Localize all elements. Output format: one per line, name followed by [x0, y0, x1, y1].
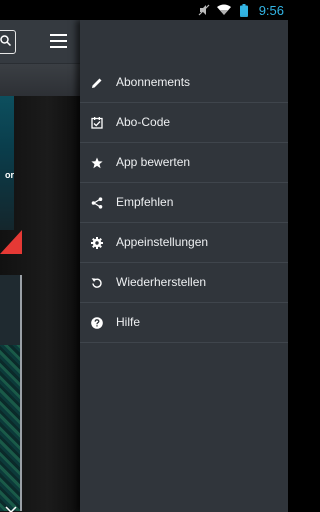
- drawer-item-abonnements[interactable]: Abonnements: [80, 63, 288, 103]
- drawer-item-label: Abonnements: [116, 75, 191, 89]
- pencil-icon: [90, 76, 104, 90]
- drawer-item-wiederherstellen[interactable]: Wiederherstellen: [80, 263, 288, 303]
- search-button[interactable]: [0, 30, 16, 54]
- checkbox-icon: [90, 116, 104, 130]
- star-icon: [90, 156, 104, 170]
- drawer-item-label: App bewerten: [116, 155, 191, 169]
- magazine-cover[interactable]: [0, 96, 14, 230]
- navigation-drawer: Abonnements Abo-Code App bewerten Empfeh…: [80, 20, 288, 512]
- drawer-item-label: Wiederherstellen: [116, 275, 207, 289]
- status-bar: 9:56: [0, 0, 288, 20]
- background-app: or: [0, 20, 80, 512]
- drawer-item-app-bewerten[interactable]: App bewerten: [80, 143, 288, 183]
- menu-button[interactable]: [50, 34, 67, 48]
- menu-icon-bar: [50, 46, 67, 48]
- drawer-item-abo-code[interactable]: Abo-Code: [80, 103, 288, 143]
- drawer-item-label: Abo-Code: [116, 115, 171, 129]
- menu-icon-bar: [50, 40, 67, 42]
- drawer-item-empfehlen[interactable]: Empfehlen: [80, 183, 288, 223]
- drawer-item-appeinstellungen[interactable]: Appeinstellungen: [80, 223, 288, 263]
- share-icon: [90, 196, 104, 210]
- mute-icon: [197, 3, 211, 17]
- battery-icon: [237, 3, 251, 17]
- magazine-cover-title: or: [5, 170, 14, 180]
- drawer-item-label: Empfehlen: [116, 195, 174, 209]
- drawer-item-label: Appeinstellungen: [116, 235, 209, 249]
- magazine-cover-header: [0, 275, 20, 345]
- status-time: 9:56: [258, 2, 284, 18]
- background-toolbar: [0, 20, 80, 64]
- drawer-item-hilfe[interactable]: Hilfe: [80, 303, 288, 343]
- divider: [80, 342, 288, 343]
- restore-icon: [90, 276, 104, 290]
- corner-badge: [0, 230, 22, 254]
- status-icons: 9:56: [197, 0, 284, 20]
- menu-icon-bar: [50, 34, 67, 36]
- drawer-item-label: Hilfe: [116, 315, 141, 329]
- help-icon: [90, 316, 104, 330]
- search-icon: [0, 33, 12, 51]
- background-banner: [0, 64, 80, 96]
- chevron-down-icon: [4, 502, 18, 512]
- wifi-icon: [216, 3, 231, 17]
- gear-icon: [90, 236, 104, 250]
